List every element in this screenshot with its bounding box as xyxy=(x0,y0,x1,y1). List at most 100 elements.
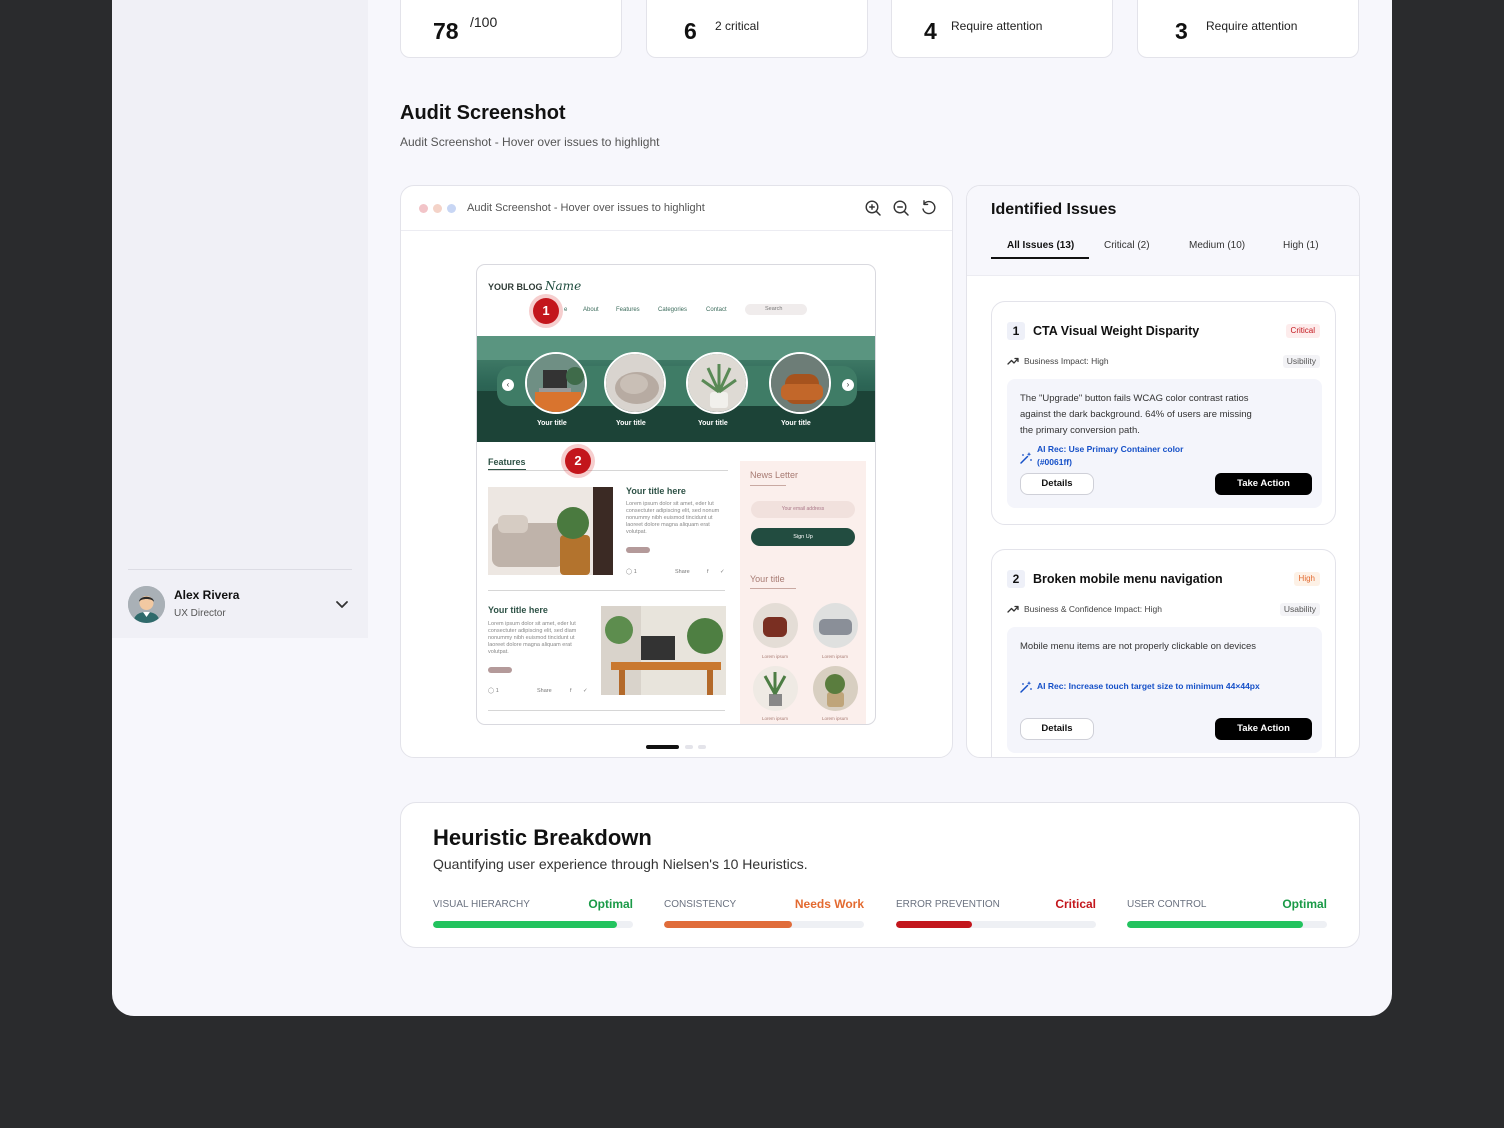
post-excerpt: Lorem ipsum dolor sit amet, eder lut con… xyxy=(488,621,577,655)
kpi-card-issues: 6 2 critical xyxy=(646,0,868,58)
blog-nav-contact: Contact xyxy=(706,307,727,313)
post-read-more xyxy=(488,667,512,673)
kpi-card-attention-1: 4 Require attention xyxy=(891,0,1113,58)
hero-image-plant xyxy=(686,352,748,414)
issue-number: 2 xyxy=(1007,570,1025,588)
post-comments: ◯ 1 xyxy=(626,569,637,575)
hero-image-pillows xyxy=(604,352,666,414)
pager-dot[interactable] xyxy=(685,745,693,749)
issue-card[interactable]: 2 Broken mobile menu navigation High Bus… xyxy=(991,549,1336,757)
pager-dot[interactable] xyxy=(698,745,706,749)
pager-dot-active[interactable] xyxy=(646,745,679,749)
user-name: Alex Rivera xyxy=(174,588,240,602)
section-subtitle: Audit Screenshot - Hover over issues to … xyxy=(400,135,660,149)
metric-progress-fill xyxy=(664,921,792,928)
share-twitter-icon: ✓ xyxy=(583,688,588,694)
kpi-value: 4 xyxy=(924,18,937,44)
thumb-chair xyxy=(753,603,798,648)
viewer-header: Audit Screenshot - Hover over issues to … xyxy=(401,186,952,231)
viewer-title: Audit Screenshot - Hover over issues to … xyxy=(467,202,705,214)
post-share: Share xyxy=(675,569,690,575)
kpi-sub: Require attention xyxy=(951,19,1043,33)
metric-progress-track xyxy=(896,921,1096,928)
post-comments: ◯ 1 xyxy=(488,688,499,694)
kpi-value: 78 xyxy=(433,18,459,44)
avatar xyxy=(128,586,165,623)
tab-active-indicator xyxy=(991,257,1089,259)
tab-critical[interactable]: Critical (2) xyxy=(1104,240,1150,251)
chevron-down-icon[interactable] xyxy=(334,596,350,612)
tab-high[interactable]: High (1) xyxy=(1283,240,1319,251)
kpi-value: 6 xyxy=(684,18,697,44)
details-button[interactable]: Details xyxy=(1020,718,1094,740)
metric-label: CONSISTENCY xyxy=(664,899,737,910)
metric-status: Needs Work xyxy=(794,897,864,911)
zoom-out-icon[interactable] xyxy=(892,199,910,217)
share-facebook-icon: f xyxy=(707,569,709,575)
hero-caption: Your title xyxy=(698,420,728,427)
metric-status: Optimal xyxy=(588,897,633,911)
post-image-desk xyxy=(601,606,726,695)
thumb-sofa xyxy=(813,603,858,648)
metric-status: Optimal xyxy=(1282,897,1327,911)
metric-label: VISUAL HIERARCHY xyxy=(433,899,530,910)
ai-recommendation[interactable]: AI Rec: Increase touch target size to mi… xyxy=(1037,680,1307,693)
post-excerpt: Lorem ipsum dolor sit amet, eder lut con… xyxy=(626,501,720,535)
divider xyxy=(488,590,725,591)
post-image-sofa xyxy=(488,487,613,575)
business-impact: Business Impact: High xyxy=(1024,356,1109,366)
trend-up-icon xyxy=(1007,605,1019,613)
take-action-button[interactable]: Take Action xyxy=(1215,473,1312,495)
user-profile[interactable]: Alex Rivera UX Director xyxy=(128,569,352,629)
post-title: Your title here xyxy=(626,486,686,496)
newsletter-signup: Sign Up xyxy=(751,528,855,546)
severity-badge: High xyxy=(1293,572,1320,586)
issue-title: CTA Visual Weight Disparity xyxy=(1033,324,1200,338)
issues-panel: Identified Issues All Issues (13) Critic… xyxy=(966,185,1360,758)
blog-features-heading: Features xyxy=(488,457,526,470)
issue-detail-box: The "Upgrade" button fails WCAG color co… xyxy=(1007,379,1322,508)
category-badge: Usability xyxy=(1279,603,1320,616)
blog-nav-home: e xyxy=(564,307,568,313)
blog-nav-categories: Categories xyxy=(658,307,688,313)
thumb-pot xyxy=(813,666,858,711)
thumb-caption: Lorem ipsum xyxy=(822,716,849,721)
sidebar: Alex Rivera UX Director xyxy=(112,0,368,638)
tab-medium[interactable]: Medium (10) xyxy=(1189,240,1245,251)
screenshot-viewer: Audit Screenshot - Hover over issues to … xyxy=(400,185,953,758)
hero-prev-arrow: ‹ xyxy=(502,379,514,391)
issue-card[interactable]: 1 CTA Visual Weight Disparity Critical B… xyxy=(991,301,1336,525)
issue-marker-2[interactable]: 2 xyxy=(561,444,595,478)
thumb-plant xyxy=(753,666,798,711)
share-twitter-icon: ✓ xyxy=(720,569,725,575)
metric-progress-fill xyxy=(1127,921,1303,928)
divider xyxy=(488,470,728,471)
blog-nav-features: Features xyxy=(616,307,640,313)
kpi-card-attention-2: 3 Require attention xyxy=(1137,0,1359,58)
hero-image-laptop xyxy=(525,352,587,414)
category-badge: Usibility xyxy=(1282,355,1320,368)
tab-all-issues[interactable]: All Issues (13) xyxy=(1007,240,1074,251)
zoom-in-icon[interactable] xyxy=(864,199,882,217)
divider xyxy=(750,485,786,486)
sidebar-title: Your title xyxy=(750,574,785,584)
details-button[interactable]: Details xyxy=(1020,473,1094,495)
metric-progress-track xyxy=(664,921,864,928)
audited-screenshot: YOUR BLOG Name e About Features Categori… xyxy=(476,264,876,725)
take-action-button[interactable]: Take Action xyxy=(1215,718,1312,740)
share-facebook-icon: f xyxy=(570,688,572,694)
section-title: Audit Screenshot xyxy=(400,102,566,124)
divider xyxy=(488,710,725,711)
metric-label: ERROR PREVENTION xyxy=(896,899,1000,910)
metric-progress-track xyxy=(433,921,633,928)
post-title: Your title here xyxy=(488,605,548,615)
issues-header: Identified Issues All Issues (13) Critic… xyxy=(967,186,1359,276)
reset-icon[interactable] xyxy=(920,199,938,217)
thumb-caption: Lorem ipsum xyxy=(762,716,789,721)
issue-marker-1[interactable]: 1 xyxy=(529,294,563,328)
hero-caption: Your title xyxy=(616,420,646,427)
hero-caption: Your title xyxy=(781,420,811,427)
kpi-sub: 2 critical xyxy=(715,19,760,33)
ai-recommendation[interactable]: AI Rec: Use Primary Container color (#00… xyxy=(1037,443,1207,469)
post-read-more xyxy=(626,547,650,553)
